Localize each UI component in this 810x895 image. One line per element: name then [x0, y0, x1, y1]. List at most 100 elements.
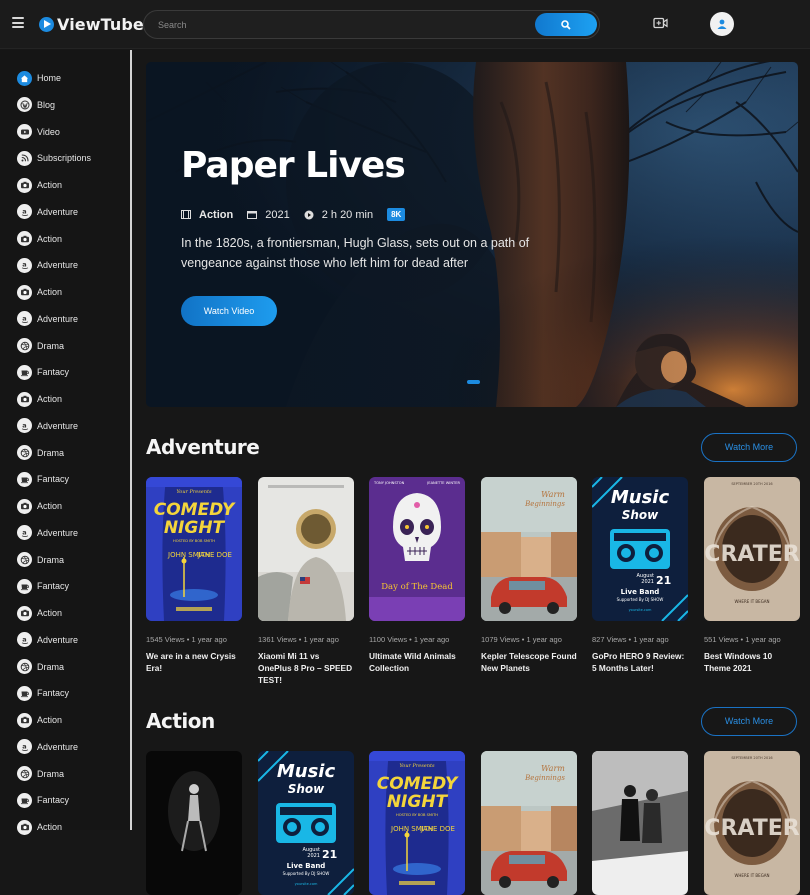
sidebar-item-action[interactable]: Action: [17, 498, 62, 514]
sidebar-item-adventure[interactable]: a Adventure: [17, 418, 78, 434]
svg-text:HOSTED BY BOB SMITH: HOSTED BY BOB SMITH: [396, 813, 438, 817]
camera-icon: [17, 284, 32, 300]
video-thumbnail[interactable]: SEPTEMBER 20TH 2016 CRATER WHERE IT BEGAN: [704, 751, 800, 895]
svg-text:a: a: [22, 742, 26, 750]
svg-text:JEANETTE WINTER: JEANETTE WINTER: [426, 481, 460, 485]
sidebar-item-label: Adventure: [37, 260, 79, 271]
sidebar-item-drama[interactable]: Drama: [17, 445, 64, 461]
upload-age: 1 year ago: [191, 635, 227, 644]
video-card[interactable]: [592, 751, 689, 895]
hero-description: In the 1820s, a frontiersman, Hugh Glass…: [181, 236, 530, 270]
video-title[interactable]: Best Windows 10 Theme 2021: [704, 650, 801, 674]
svg-text:a: a: [22, 261, 26, 269]
upload-age: 1 year ago: [413, 635, 450, 644]
camera-icon: [17, 712, 32, 728]
sidebar-item-fantacy[interactable]: Fantacy: [17, 364, 69, 380]
sidebar-item-action[interactable]: Action: [17, 712, 62, 728]
video-thumbnail[interactable]: [592, 751, 688, 895]
sidebar-item-drama[interactable]: Drama: [17, 552, 64, 568]
svg-text:WHERE IT BEGAN: WHERE IT BEGAN: [734, 599, 769, 604]
watch-more-button-adventure[interactable]: Watch More: [701, 433, 797, 462]
video-card[interactable]: SEPTEMBER 20TH 2016 CRATER WHERE IT BEGAN 5…: [704, 477, 801, 674]
hamburger-menu-icon[interactable]: [12, 17, 24, 28]
video-thumbnail[interactable]: Music Show August 2021 21 Live Band Supported …: [592, 477, 688, 621]
sidebar-item-adventure[interactable]: a Adventure: [17, 632, 78, 648]
video-card[interactable]: Your Presents COMEDY NIGHT HOSTED BY BOB SM…: [369, 751, 466, 895]
video-upload-icon[interactable]: [653, 17, 668, 29]
video-thumbnail[interactable]: Warm Beginnings: [481, 477, 577, 621]
sidebar-item-action[interactable]: Action: [17, 177, 62, 193]
sidebar-item-subscriptions[interactable]: Subscriptions: [17, 150, 91, 166]
search-button[interactable]: [535, 13, 597, 36]
section-title-adventure: Adventure: [146, 435, 260, 459]
video-title[interactable]: GoPro HERO 9 Review: 5 Months Later!: [592, 650, 689, 674]
video-card[interactable]: Warm Beginnings: [481, 751, 578, 895]
dribbble-icon: [17, 659, 32, 674]
sidebar-item-drama[interactable]: Drama: [17, 766, 64, 782]
coffee-icon: [17, 685, 32, 701]
sidebar-item-adventure[interactable]: a Adventure: [17, 739, 78, 755]
video-thumbnail[interactable]: Warm Beginnings: [481, 751, 577, 895]
sidebar-item-label: Action: [37, 715, 63, 725]
search-input[interactable]: [158, 18, 528, 32]
sidebar-item-drama[interactable]: Drama: [17, 659, 64, 675]
top-bar: ViewTube: [0, 0, 810, 49]
video-thumbnail[interactable]: Music Show August 2021 21 Live Band Supported …: [258, 751, 354, 895]
video-card[interactable]: Warm Beginnings 1079 Views • 1 year ago Kep…: [481, 477, 578, 674]
sidebar-item-adventure[interactable]: a Adventure: [17, 525, 78, 541]
video-card[interactable]: Music Show August 2021 21 Live Band Supported …: [258, 751, 355, 895]
search-icon: [561, 19, 571, 30]
calendar-icon: [247, 211, 258, 219]
watch-more-button-action[interactable]: Watch More: [701, 707, 797, 736]
sidebar-item-adventure[interactable]: a Adventure: [17, 204, 78, 220]
sidebar-item-label: Fantacy: [37, 367, 70, 378]
coffee-icon: [17, 792, 32, 808]
sidebar-item-video[interactable]: Video: [17, 124, 60, 140]
sidebar-item-adventure[interactable]: a Adventure: [17, 311, 78, 327]
sidebar-item-blog[interactable]: Blog: [17, 97, 55, 113]
view-count: 1545 Views: [146, 635, 185, 644]
video-thumbnail[interactable]: Your Presents COMEDY NIGHT HOSTED BY BOB SM…: [146, 477, 242, 621]
quality-badge: 8K: [387, 208, 406, 221]
video-card[interactable]: Your Presents COMEDY NIGHT HOSTED BY BOB SM…: [146, 477, 243, 674]
svg-text:CRATER: CRATER: [704, 542, 799, 567]
video-card[interactable]: [146, 751, 243, 895]
video-thumbnail[interactable]: SEPTEMBER 20TH 2016 CRATER WHERE IT BEGAN: [704, 477, 800, 621]
video-thumbnail[interactable]: [258, 477, 354, 621]
video-card[interactable]: SEPTEMBER 20TH 2016 CRATER WHERE IT BEGAN: [704, 751, 801, 895]
amazon-icon: a: [17, 311, 32, 327]
video-thumbnail[interactable]: [146, 751, 242, 895]
sidebar-item-home[interactable]: Home: [17, 70, 61, 86]
sidebar-item-action[interactable]: Action: [17, 819, 62, 835]
watch-video-button[interactable]: Watch Video: [181, 296, 277, 326]
svg-text:Warm: Warm: [541, 490, 565, 499]
video-meta: 1079 Views • 1 year ago: [481, 635, 562, 644]
sidebar-item-fantacy[interactable]: Fantacy: [17, 578, 69, 594]
sidebar-item-drama[interactable]: Drama: [17, 338, 64, 354]
dribbble-icon: [17, 766, 32, 781]
video-title[interactable]: We are in a new Crysis Era!: [146, 650, 243, 674]
user-avatar[interactable]: [710, 12, 734, 36]
sidebar-item-action[interactable]: Action: [17, 231, 62, 247]
sidebar-item-label: Home: [37, 73, 62, 83]
sidebar-item-fantacy[interactable]: Fantacy: [17, 685, 69, 701]
app-logo[interactable]: ViewTube: [39, 13, 144, 35]
sidebar-item-label: Subscriptions: [37, 153, 92, 164]
video-thumbnail[interactable]: TONY JOHNSTON JEANETTE WINTER Day of The D…: [369, 477, 465, 621]
sidebar-item-fantacy[interactable]: Fantacy: [17, 471, 69, 487]
video-card[interactable]: TONY JOHNSTON JEANETTE WINTER Day of The D…: [369, 477, 466, 674]
slider-indicator[interactable]: [467, 380, 480, 384]
sidebar-item-action[interactable]: Action: [17, 284, 62, 300]
sidebar-item-adventure[interactable]: a Adventure: [17, 257, 78, 273]
sidebar-item-label: Drama: [37, 447, 65, 458]
sidebar-item-action[interactable]: Action: [17, 391, 62, 407]
video-card[interactable]: Music Show August 2021 21 Live Band Supported …: [592, 477, 689, 674]
sidebar-item-action[interactable]: Action: [17, 605, 62, 621]
video-title[interactable]: Ultimate Wild Animals Collection: [369, 650, 466, 674]
day-of-the-dead-poster: TONY JOHNSTON JEANETTE WINTER Day of The D…: [369, 477, 465, 621]
video-title[interactable]: Kepler Telescope Found New Planets: [481, 650, 578, 674]
video-card[interactable]: 1361 Views • 1 year ago Xiaomi Mi 11 vs O…: [258, 477, 355, 686]
video-title[interactable]: Xiaomi Mi 11 vs OnePlus 8 Pro – SPEED TE…: [258, 650, 355, 686]
sidebar-item-fantacy[interactable]: Fantacy: [17, 792, 69, 808]
video-thumbnail[interactable]: Your Presents COMEDY NIGHT HOSTED BY BOB SM…: [369, 751, 465, 895]
